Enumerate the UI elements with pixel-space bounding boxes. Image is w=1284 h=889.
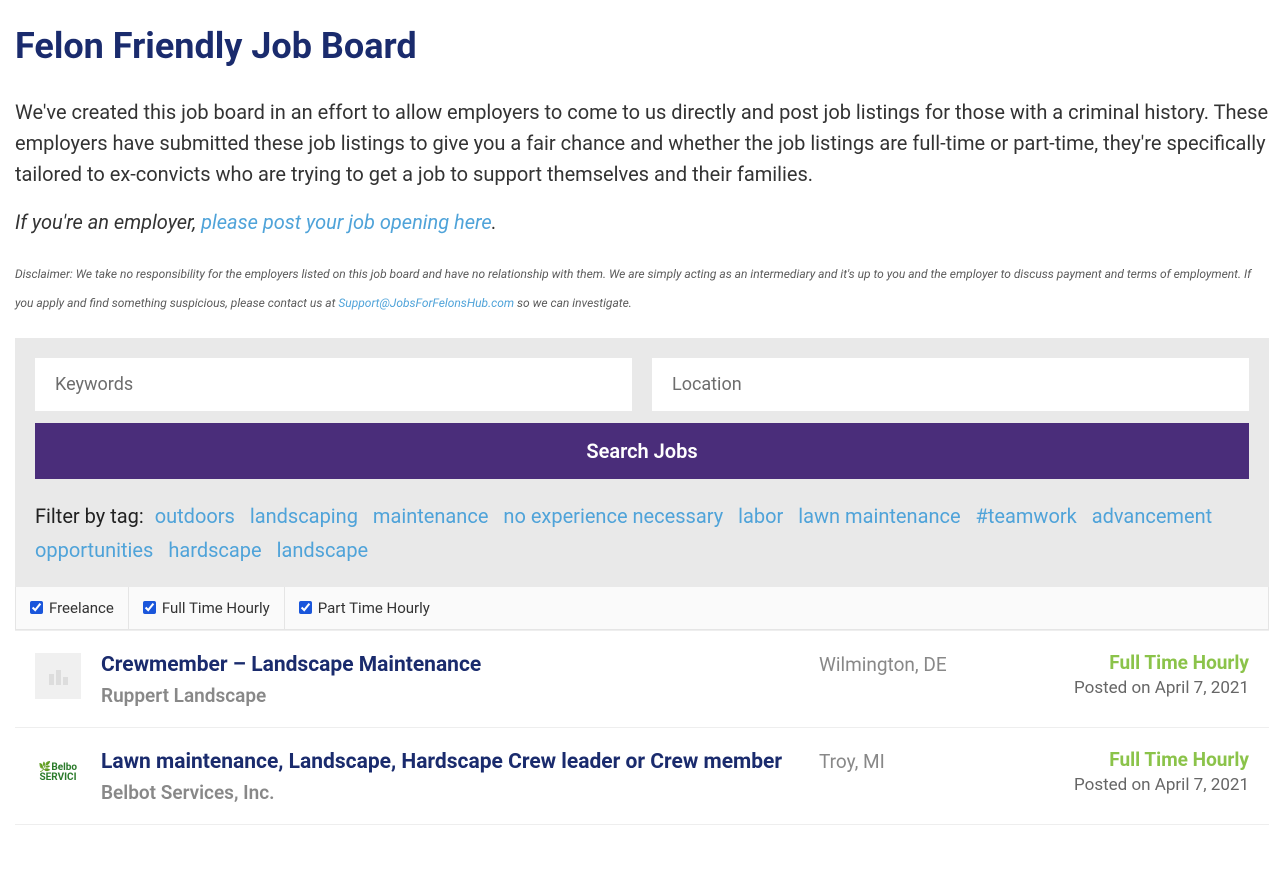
job-posted-date: Posted on April 7, 2021 [1039,775,1249,795]
filter-tag[interactable]: outdoors [155,504,235,528]
filter-tag[interactable]: landscape [277,538,369,562]
location-input[interactable] [652,358,1249,411]
job-title[interactable]: Lawn maintenance, Landscape, Hardscape C… [101,748,799,777]
company-logo [35,653,81,699]
job-type-label: Freelance [49,599,114,617]
job-type-checkbox[interactable] [30,601,43,614]
filter-tag[interactable]: opportunities [35,538,153,562]
job-type-filter[interactable]: Full Time Hourly [129,587,285,629]
filter-tag[interactable]: hardscape [168,538,261,562]
filter-tag[interactable]: #teamwork [976,504,1077,528]
page-title: Felon Friendly Job Board [15,25,1269,67]
employer-prefix: If you're an employer, [15,210,201,234]
job-location: Troy, MI [819,748,1039,773]
search-button[interactable]: Search Jobs [35,423,1249,479]
filter-tag[interactable]: no experience necessary [503,504,723,528]
job-type-badge: Full Time Hourly [1039,651,1249,674]
job-type-filter[interactable]: Part Time Hourly [285,587,444,629]
company-logo: 🌿BelboSERVICI [35,750,81,796]
filter-tag[interactable]: landscaping [250,504,358,528]
job-type-badge: Full Time Hourly [1039,748,1249,771]
filter-tag[interactable]: advancement [1092,504,1212,528]
job-main: Crewmember – Landscape Maintenance Rupper… [101,651,819,707]
employer-line: If you're an employer, please post your … [15,210,1269,234]
disclaimer-text: Disclaimer: We take no responsibility fo… [15,260,1269,318]
job-type-label: Part Time Hourly [318,599,430,617]
job-main: Lawn maintenance, Landscape, Hardscape C… [101,748,819,804]
job-type-checkbox[interactable] [143,601,156,614]
filter-tag[interactable]: lawn maintenance [798,504,960,528]
filter-tags: Filter by tag: outdoors landscaping main… [35,499,1249,567]
job-type-checkbox[interactable] [299,601,312,614]
keywords-input[interactable] [35,358,632,411]
job-type-bar: Freelance Full Time Hourly Part Time Hourl… [15,587,1269,630]
search-panel: Search Jobs Filter by tag: outdoors land… [15,338,1269,587]
filter-label: Filter by tag: [35,504,144,528]
job-type-label: Full Time Hourly [162,599,270,617]
job-meta: Full Time Hourly Posted on April 7, 2021 [1039,748,1269,795]
job-company: Belbot Services, Inc. [101,781,799,804]
job-type-filter[interactable]: Freelance [16,587,129,629]
job-company: Ruppert Landscape [101,684,799,707]
employer-suffix: . [492,210,497,234]
job-list: Crewmember – Landscape Maintenance Rupper… [15,630,1269,826]
disclaimer-part1: Disclaimer: We take no responsibility fo… [15,267,1251,310]
job-row[interactable]: 🌿BelboSERVICI Lawn maintenance, Landscape… [15,728,1269,825]
job-row[interactable]: Crewmember – Landscape Maintenance Rupper… [15,631,1269,728]
filter-tag[interactable]: maintenance [373,504,489,528]
job-title[interactable]: Crewmember – Landscape Maintenance [101,651,799,680]
job-posted-date: Posted on April 7, 2021 [1039,678,1249,698]
search-row [35,358,1249,411]
support-email-link[interactable]: Support@JobsForFelonsHub.com [338,296,514,310]
intro-text: We've created this job board in an effor… [15,97,1269,190]
disclaimer-part2: so we can investigate. [514,296,632,310]
job-meta: Full Time Hourly Posted on April 7, 2021 [1039,651,1269,698]
post-job-link[interactable]: please post your job opening here [201,210,492,234]
job-location: Wilmington, DE [819,651,1039,676]
filter-tag[interactable]: labor [738,504,783,528]
